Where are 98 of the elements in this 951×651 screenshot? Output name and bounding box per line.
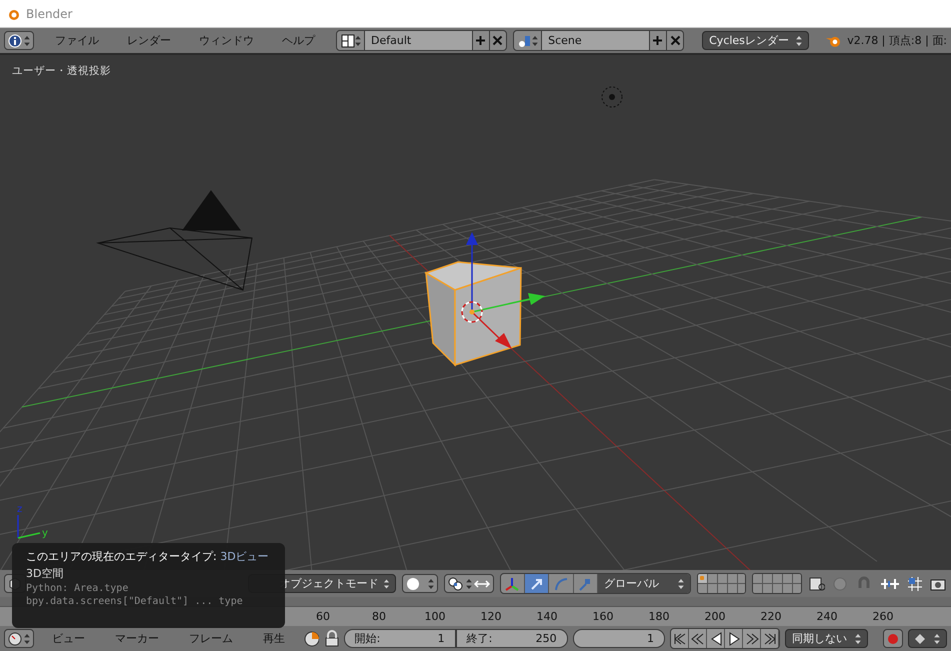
menu-item[interactable]: ヘルプ — [275, 33, 322, 48]
menu-item[interactable]: 再生 — [256, 631, 292, 646]
frame-number: 160 — [592, 610, 614, 623]
updown-arrows-icon — [796, 36, 802, 46]
current-frame-field[interactable]: 1 — [572, 629, 665, 648]
tooltip-description: 3D空間 — [26, 566, 64, 581]
close-icon[interactable] — [670, 35, 681, 46]
frame-number: 220 — [760, 610, 782, 623]
lock-layer-icon[interactable] — [808, 576, 826, 592]
frame-number: 60 — [315, 610, 331, 623]
clock-icon[interactable] — [303, 630, 320, 648]
scene-name-field[interactable]: Scene — [541, 31, 649, 50]
manipulator-button[interactable] — [524, 574, 550, 593]
axis-label: z — [17, 504, 22, 515]
pivot-icon — [448, 576, 464, 590]
screen-name-field[interactable]: Default — [364, 31, 472, 50]
window-title: Blender — [26, 6, 72, 20]
layer-toggle[interactable] — [783, 574, 792, 583]
updown-arrows-icon — [678, 578, 684, 588]
render-engine-dropdown[interactable]: Cyclesレンダー — [702, 31, 809, 50]
layer-toggle[interactable] — [783, 584, 792, 593]
clock-icon — [8, 632, 22, 646]
editor-type-button[interactable] — [4, 629, 34, 648]
updown-arrows-icon — [354, 36, 361, 46]
menu-item[interactable]: レンダー — [120, 33, 178, 48]
frame-number: 260 — [872, 610, 894, 623]
editor-type-button[interactable] — [4, 31, 34, 50]
updown-arrows-icon — [24, 634, 30, 644]
grid-snap-icon[interactable] — [906, 576, 924, 592]
layer-toggle[interactable] — [718, 584, 726, 593]
record-button[interactable] — [882, 629, 903, 648]
close-icon[interactable] — [492, 35, 504, 46]
frame-number: 140 — [536, 610, 558, 623]
double-arrow-icon — [474, 578, 490, 590]
layer-toggle[interactable] — [708, 584, 716, 593]
layer-toggle[interactable] — [698, 574, 706, 583]
layer-toggle[interactable] — [728, 574, 736, 583]
screen-selector[interactable]: Default — [336, 30, 508, 51]
menu-item[interactable]: マーカー — [108, 631, 166, 646]
orientation-dropdown[interactable]: グローバル — [598, 574, 690, 593]
layer-toggle[interactable] — [753, 584, 762, 593]
frame-number: 100 — [424, 610, 446, 623]
layer-toggle[interactable] — [738, 574, 746, 583]
view-label: ユーザー・透視投影 — [12, 64, 111, 78]
keying-set-dropdown[interactable] — [908, 629, 947, 648]
frame-number: 200 — [704, 610, 726, 623]
add-icon[interactable] — [475, 35, 486, 46]
pivot-dropdown[interactable] — [444, 574, 494, 593]
frame-number: 120 — [480, 610, 502, 623]
layer-toggle[interactable] — [773, 574, 782, 583]
layer-toggle[interactable] — [698, 584, 706, 593]
frame-number: 80 — [371, 610, 387, 623]
axis-gizmo — [17, 515, 40, 539]
layer-toggle[interactable] — [793, 574, 801, 583]
updown-arrows-icon — [934, 634, 940, 644]
updown-arrows-icon — [24, 36, 30, 46]
layer-toggle[interactable] — [793, 584, 801, 593]
axis-label: y — [42, 528, 48, 539]
lock-icon[interactable] — [324, 630, 339, 648]
layer-toggle[interactable] — [773, 584, 782, 593]
scene-selector[interactable]: Scene — [513, 30, 684, 51]
tooltip-python: Python: Area.type — [26, 583, 130, 594]
arc-icon — [552, 576, 569, 592]
layer-toggle[interactable] — [753, 574, 762, 583]
updown-arrows-icon — [428, 578, 434, 588]
axes-icon — [504, 576, 520, 592]
frame-number: 180 — [648, 610, 670, 623]
sphere-icon — [406, 576, 420, 590]
frame-number: 240 — [816, 610, 838, 623]
scene-icon — [518, 34, 532, 48]
info-icon — [8, 34, 22, 48]
tooltip-path: bpy.data.screens["Default"] ... type — [26, 596, 244, 607]
diamond-icon — [914, 634, 925, 644]
start-frame-field[interactable]: 開始: 1 — [344, 629, 456, 648]
updown-arrows-icon — [532, 36, 538, 46]
layout-icon — [340, 34, 355, 48]
shading-dropdown[interactable] — [402, 574, 438, 593]
scene-stats: v2.78 | 頂点:8 | 面: — [847, 33, 947, 48]
layer-toggle[interactable] — [763, 574, 772, 583]
sync-dropdown[interactable]: 同期しない — [785, 629, 868, 648]
layer-toggle[interactable] — [738, 584, 746, 593]
layer-toggle[interactable] — [718, 574, 726, 583]
layer-toggle[interactable] — [728, 584, 736, 593]
tooltip-title: このエリアの現在のエディタータイプ: 3Dビュー — [26, 549, 270, 564]
menu-item[interactable]: ビュー — [45, 631, 92, 646]
end-frame-field[interactable]: 終了: 250 — [456, 629, 568, 648]
updown-arrows-icon — [854, 634, 861, 644]
menu-item[interactable]: ファイル — [48, 33, 106, 48]
prev-keyframe-button[interactable] — [689, 629, 708, 648]
updown-arrows-icon — [466, 578, 472, 588]
menu-item[interactable]: フレーム — [182, 631, 240, 646]
layer-toggle[interactable] — [763, 584, 772, 593]
record-icon — [886, 632, 899, 644]
lamp-icon — [602, 86, 622, 108]
updown-arrows-icon — [384, 578, 390, 588]
add-icon[interactable] — [652, 35, 664, 46]
menu-item[interactable]: ウィンドウ — [192, 33, 261, 48]
layer-toggle[interactable] — [708, 574, 716, 583]
